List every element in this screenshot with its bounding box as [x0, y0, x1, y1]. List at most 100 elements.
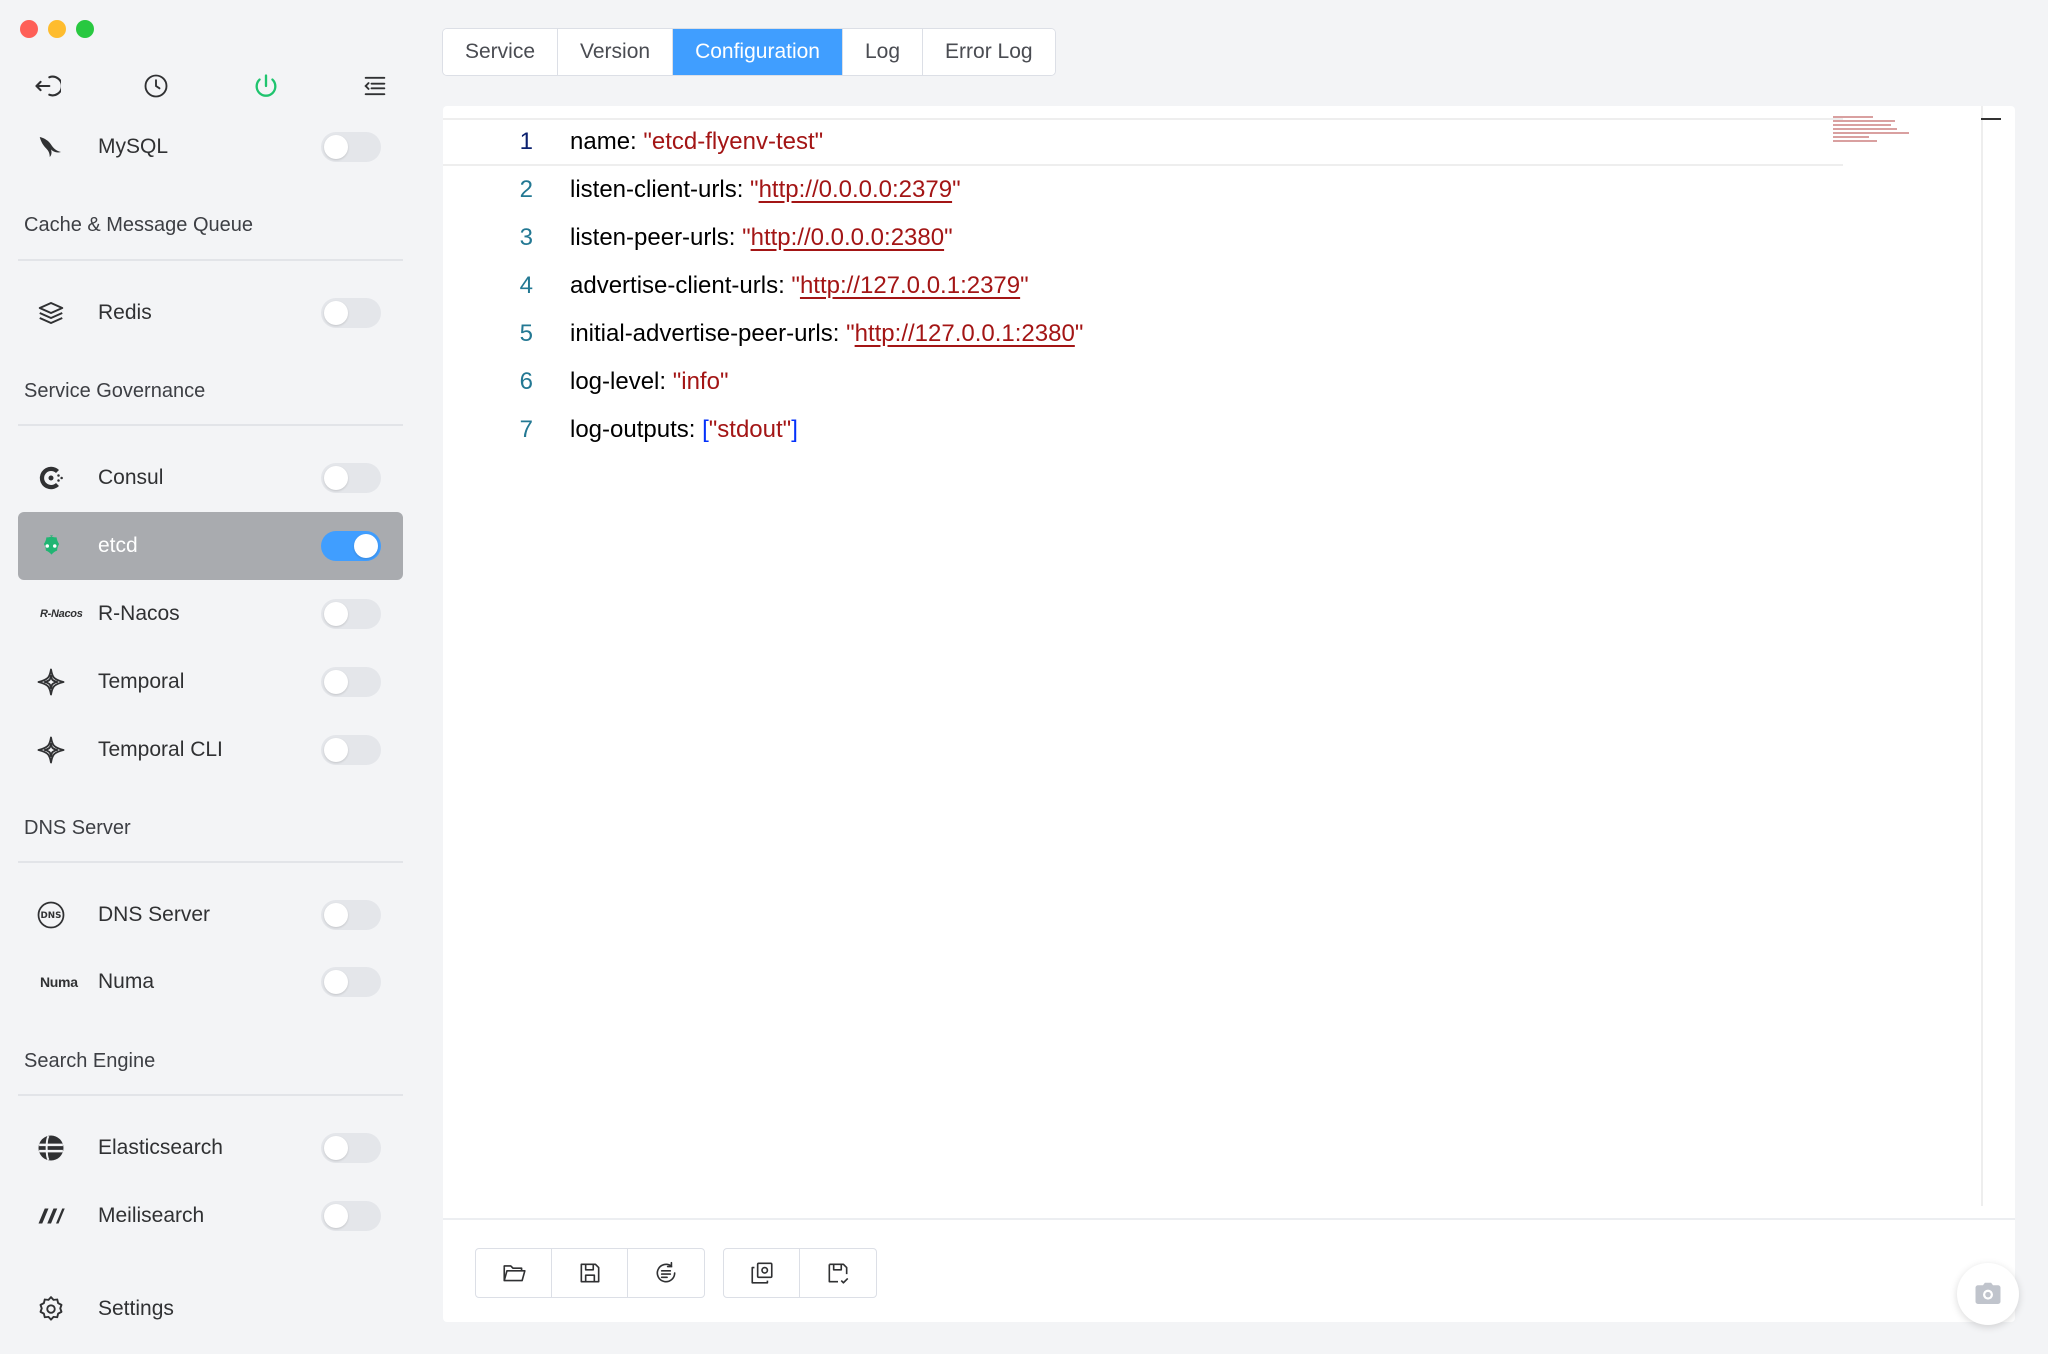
sidebar-item-label: Temporal CLI	[98, 738, 223, 761]
file-toolbar	[475, 1248, 705, 1298]
r-nacos-logo-icon: R-Nacos	[40, 608, 83, 620]
sidebar-item-label: Temporal	[98, 670, 185, 693]
format-button[interactable]	[628, 1249, 704, 1297]
dns-globe-icon: DNS	[36, 895, 88, 935]
divider	[18, 424, 403, 426]
sidebar-item-mysql[interactable]: MySQL	[18, 113, 403, 181]
code-line[interactable]: 3 listen-peer-urls: "http://0.0.0.0:2380…	[443, 214, 1843, 262]
tab-error-log[interactable]: Error Log	[923, 29, 1055, 75]
mysql-dolphin-icon	[36, 127, 88, 167]
sidebar-item-label: etcd	[98, 534, 138, 557]
redis-toggle[interactable]	[321, 298, 381, 328]
sidebar-top-icons	[30, 68, 392, 104]
code-text: advertise-client-urls: "http://127.0.0.1…	[570, 272, 1029, 299]
save-button[interactable]	[552, 1249, 628, 1297]
minimize-window-button[interactable]	[48, 20, 66, 38]
tab-bar: Service Version Configuration Log Error …	[442, 28, 1056, 76]
sidebar-item-label: Consul	[98, 466, 164, 489]
group-title-search: Search Engine	[24, 1050, 156, 1072]
scrollbar-marker	[1981, 118, 2001, 120]
url-link[interactable]: http://0.0.0.0:2380	[751, 224, 945, 251]
clock-icon[interactable]	[139, 69, 173, 103]
save-icon	[580, 1263, 599, 1283]
temporal-icon	[36, 662, 88, 702]
sidebar-item-dns-server[interactable]: DNS DNS Server	[18, 881, 403, 949]
r-nacos-toggle[interactable]	[321, 599, 381, 629]
load-default-button[interactable]	[724, 1249, 800, 1297]
sidebar-item-temporal[interactable]: Temporal	[18, 648, 403, 716]
code-line[interactable]: 6 log-level: "info"	[443, 358, 1843, 406]
sidebar-item-settings[interactable]: Settings	[18, 1275, 403, 1343]
dns-server-toggle[interactable]	[321, 900, 381, 930]
elasticsearch-icon	[36, 1128, 88, 1168]
sidebar-item-temporal-cli[interactable]: Temporal CLI	[18, 716, 403, 784]
numa-logo-icon: Numa	[40, 974, 78, 990]
group-title-governance: Service Governance	[24, 380, 206, 402]
settings-label: Settings	[98, 1297, 174, 1320]
code-line[interactable]: 7 log-outputs: ["stdout"]	[443, 406, 1843, 454]
sidebar-item-label: Elasticsearch	[98, 1136, 223, 1159]
camera-icon	[1975, 1282, 2001, 1304]
url-link[interactable]: http://127.0.0.1:2379	[800, 272, 1020, 299]
power-icon[interactable]	[249, 69, 283, 103]
url-link[interactable]: http://0.0.0.0:2379	[759, 176, 953, 203]
temporal-toggle[interactable]	[321, 667, 381, 697]
custom-config-toolbar	[723, 1248, 877, 1298]
tab-service[interactable]: Service	[443, 29, 559, 75]
back-icon[interactable]	[30, 69, 64, 103]
tab-version[interactable]: Version	[558, 29, 674, 75]
meilisearch-icon	[36, 1196, 88, 1236]
sidebar-item-label: MySQL	[98, 135, 169, 158]
line-number: 7	[519, 416, 533, 443]
close-window-button[interactable]	[20, 20, 38, 38]
sidebar-item-label: Redis	[98, 301, 152, 324]
code-text: name: "etcd-flyenv-test"	[570, 128, 824, 155]
code-line[interactable]: 1 name: "etcd-flyenv-test"	[443, 118, 1843, 166]
tab-log[interactable]: Log	[843, 29, 924, 75]
url-link[interactable]: http://127.0.0.1:2380	[855, 320, 1075, 347]
maximize-window-button[interactable]	[76, 20, 94, 38]
line-number: 3	[519, 224, 533, 251]
etcd-icon	[36, 526, 88, 566]
divider	[18, 861, 403, 863]
code-line[interactable]: 2 listen-client-urls: "http://0.0.0.0:23…	[443, 166, 1843, 214]
tab-configuration[interactable]: Configuration	[673, 29, 843, 75]
sidebar-item-r-nacos[interactable]: R-Nacos R-Nacos	[18, 580, 403, 648]
open-folder-button[interactable]	[476, 1249, 552, 1297]
sidebar-item-numa[interactable]: Numa Numa	[18, 948, 403, 1016]
editor-minimap[interactable]	[1833, 116, 1913, 146]
code-line[interactable]: 4 advertise-client-urls: "http://127.0.0…	[443, 262, 1843, 310]
save-custom-button[interactable]	[800, 1249, 876, 1297]
svg-text:DNS: DNS	[41, 911, 62, 921]
divider	[18, 1094, 403, 1096]
sidebar: MySQL Cache & Message Queue Redis Servic…	[0, 0, 420, 1354]
screenshot-button[interactable]	[1957, 1263, 2019, 1325]
line-number: 1	[519, 128, 533, 155]
sidebar-item-meilisearch[interactable]: Meilisearch	[18, 1182, 403, 1250]
temporal-cli-icon	[36, 730, 88, 770]
meilisearch-toggle[interactable]	[321, 1201, 381, 1231]
sidebar-item-consul[interactable]: Consul	[18, 444, 403, 512]
group-title-dns: DNS Server	[24, 817, 131, 839]
menu-fold-icon[interactable]	[358, 69, 392, 103]
editor-scrollbar[interactable]	[1981, 106, 1983, 1206]
sidebar-item-elasticsearch[interactable]: Elasticsearch	[18, 1114, 403, 1182]
line-number: 5	[519, 320, 533, 347]
mysql-toggle[interactable]	[321, 132, 381, 162]
sidebar-item-etcd[interactable]: etcd	[18, 512, 403, 580]
code-editor[interactable]: 1 name: "etcd-flyenv-test" 2 listen-clie…	[443, 106, 2001, 1206]
code-text: initial-advertise-peer-urls: "http://127…	[570, 320, 1084, 347]
consul-icon	[36, 458, 88, 498]
consul-toggle[interactable]	[321, 463, 381, 493]
folder-open-icon	[502, 1265, 526, 1282]
sidebar-item-redis[interactable]: Redis	[18, 279, 403, 347]
numa-toggle[interactable]	[321, 967, 381, 997]
etcd-toggle[interactable]	[321, 531, 381, 561]
elasticsearch-toggle[interactable]	[321, 1133, 381, 1163]
save-custom-icon	[828, 1263, 849, 1284]
code-line[interactable]: 5 initial-advertise-peer-urls: "http://1…	[443, 310, 1843, 358]
code-text: listen-client-urls: "http://0.0.0.0:2379…	[570, 176, 961, 203]
temporal-cli-toggle[interactable]	[321, 735, 381, 765]
sidebar-item-label: Numa	[98, 970, 155, 993]
load-default-icon	[750, 1262, 773, 1284]
